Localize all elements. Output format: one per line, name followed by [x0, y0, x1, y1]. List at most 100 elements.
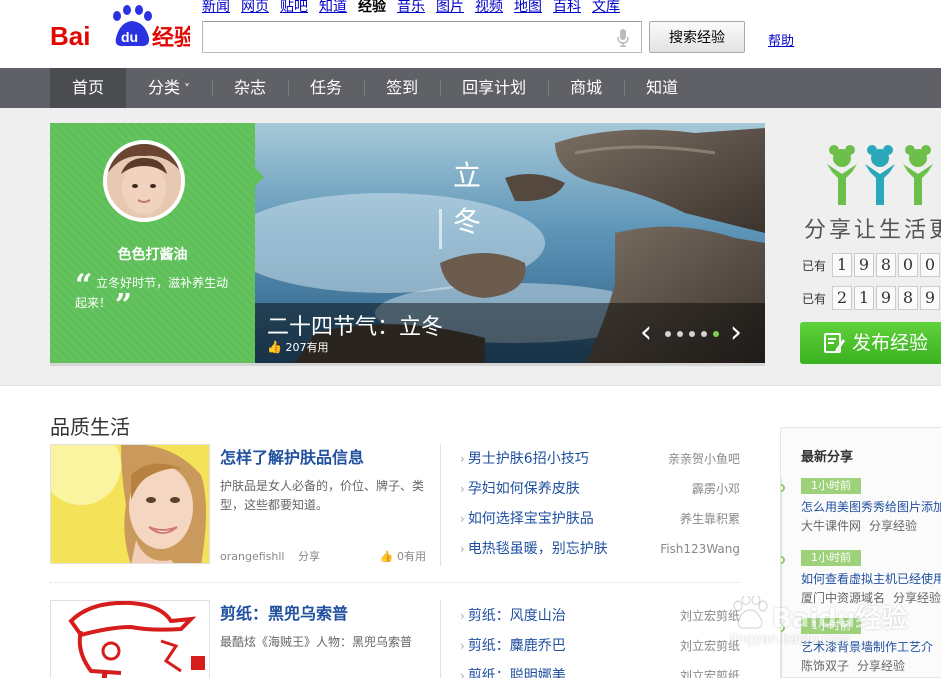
product-nav-link[interactable]: 网页 — [241, 0, 269, 15]
link-author[interactable]: Fish123Wang — [660, 539, 740, 559]
main-nav-item[interactable]: 任务 — [288, 68, 364, 108]
main-nav-label: 回享计划 — [462, 78, 527, 97]
slide-likes-count: 207有用 — [285, 341, 329, 354]
counter-digit: 1 — [854, 286, 875, 310]
link-title[interactable]: 如何选择宝宝护肤品 — [468, 511, 594, 527]
chevron-right-icon: › — [460, 452, 465, 466]
author-avatar[interactable] — [103, 140, 185, 222]
author-panel[interactable]: 色色打酱油 “ 立冬好时节，滋补养生动起来！ ” — [50, 123, 264, 363]
publish-experience-button[interactable]: 发布经验 — [800, 322, 941, 364]
link-title[interactable]: 孕妇如何保养皮肤 — [468, 481, 580, 497]
search-button[interactable]: 搜索经验 — [649, 21, 745, 53]
product-nav-link[interactable]: 经验 — [358, 0, 386, 15]
list-item[interactable]: › 剪纸：麋鹿乔巴 刘立宏剪纸 — [460, 636, 740, 666]
share-author[interactable]: 大牛课件网 — [801, 519, 861, 533]
main-nav-label: 任务 — [310, 78, 343, 97]
main-nav-item[interactable]: 首页 — [50, 68, 127, 108]
link-title[interactable]: 男士护肤6招小技巧 — [468, 451, 589, 467]
product-nav-link[interactable]: 音乐 — [397, 0, 425, 15]
main-nav-label: 首页 — [72, 78, 105, 97]
counter-digit: 8 — [876, 253, 897, 277]
slide-dot[interactable] — [701, 331, 707, 337]
next-slide-arrow[interactable]: › — [730, 318, 742, 348]
product-nav-link[interactable]: 贴吧 — [280, 0, 308, 15]
link-title[interactable]: 剪纸：麋鹿乔巴 — [468, 638, 566, 654]
list-item[interactable]: › 剪纸：聪明娜美 刘立宏剪纸 — [460, 666, 740, 678]
main-nav-item[interactable]: 商城 — [548, 68, 624, 108]
logo-du-text: du — [121, 29, 138, 45]
link-title[interactable]: 剪纸：聪明娜美 — [468, 668, 566, 678]
related-links-2: › 剪纸：风度山治 刘立宏剪纸 › 剪纸：麋鹿乔巴 刘立宏剪纸 › 剪纸：聪明娜美 刘立宏剪纸 — [460, 606, 740, 678]
divider — [50, 582, 740, 583]
slide-caption: 二十四节气：立冬 👍 207有用 ‹ › — [255, 303, 765, 363]
author-name[interactable]: 色色打酱油 — [50, 244, 255, 264]
baidu-watermark: Baidu经验 jingyan.baidu.com — [730, 595, 907, 647]
link-title[interactable]: 电热毯虽暖，别忘护肤 — [468, 541, 608, 557]
share-title-link[interactable]: 怎么用美图秀秀给图片添加 — [801, 498, 941, 515]
search-input[interactable] — [203, 22, 603, 52]
main-nav-label: 签到 — [386, 78, 419, 97]
main-nav-item[interactable]: 知道 — [624, 68, 700, 108]
counter-digit: 1 — [832, 253, 853, 277]
main-nav-item[interactable]: 签到 — [364, 68, 440, 108]
link-title[interactable]: 剪纸：风度山治 — [468, 608, 566, 624]
slide-dot-active[interactable] — [713, 331, 719, 337]
share-meta: 陈饰双子 分享经验 — [801, 657, 941, 674]
feature-title[interactable]: 剪纸：黑兜乌索普 — [220, 600, 348, 624]
slide-art-text-1: 立 — [453, 159, 481, 192]
main-nav-label: 分类 — [148, 78, 181, 97]
product-nav-link[interactable]: 百科 — [553, 0, 581, 15]
slide-dot[interactable] — [665, 331, 671, 337]
main-nav-label: 杂志 — [234, 78, 267, 97]
feature-thumbnail[interactable] — [50, 600, 210, 678]
share-time-badge: 1小时前 — [801, 478, 861, 494]
prev-slide-arrow[interactable]: ‹ — [640, 318, 652, 348]
edit-icon — [824, 333, 845, 353]
slide-dots — [665, 331, 719, 337]
featured-banner: 色色打酱油 “ 立冬好时节，滋补养生动起来！ ” 立 冬 二十四节气：立冬 👍 … — [50, 123, 765, 363]
list-item[interactable]: › 如何选择宝宝护肤品 养生靠积累 — [460, 509, 740, 539]
banner-slide[interactable]: 立 冬 二十四节气：立冬 👍 207有用 ‹ › — [255, 123, 765, 363]
list-item[interactable]: › 电热毯虽暖，别忘护肤 Fish123Wang — [460, 539, 740, 569]
feature-likes-count: 0有用 — [397, 550, 426, 563]
link-author[interactable]: 霹雳小邓 — [692, 479, 740, 499]
chevron-right-icon: › — [460, 512, 465, 526]
list-item[interactable]: › 剪纸：风度山治 刘立宏剪纸 — [460, 606, 740, 636]
list-item[interactable]: › 男士护肤6招小技巧 亲亲贺小鱼吧 — [460, 449, 740, 479]
slide-dot[interactable] — [689, 331, 695, 337]
counter-label: 已有 — [802, 258, 827, 273]
feature-title[interactable]: 怎样了解护肤品信息 — [220, 444, 364, 468]
feature-thumbnail[interactable] — [50, 444, 210, 564]
slide-likes: 👍 207有用 — [267, 339, 328, 355]
main-nav-item[interactable]: 回享计划 — [440, 68, 548, 108]
product-nav-link[interactable]: 视频 — [475, 0, 503, 15]
main-nav-item[interactable]: 分类 ˅ — [126, 68, 212, 108]
feature-author[interactable]: orangefishll — [220, 550, 284, 563]
slide-dot[interactable] — [677, 331, 683, 337]
feature-type: 分享 — [297, 550, 320, 563]
microphone-icon[interactable] — [617, 29, 629, 47]
share-type: 分享经验 — [857, 659, 906, 673]
list-item[interactable]: › 孕妇如何保养皮肤 霹雳小邓 — [460, 479, 740, 509]
feature-likes[interactable]: 👍 0有用 — [380, 548, 426, 564]
product-nav-link[interactable]: 新闻 — [202, 0, 230, 15]
link-author[interactable]: 养生靠积累 — [680, 509, 740, 529]
counter-digit: 0 — [920, 253, 941, 277]
share-title-link[interactable]: 如何查看虚拟主机已经使用 — [801, 570, 941, 587]
timeline-node-icon — [781, 484, 785, 492]
product-nav-link[interactable]: 知道 — [319, 0, 347, 15]
product-nav-link[interactable]: 文库 — [592, 0, 620, 15]
baidu-jingyan-logo[interactable]: Bai du 经验 — [50, 4, 196, 51]
share-author[interactable]: 陈饰双子 — [801, 659, 849, 673]
main-nav-label: 商城 — [570, 78, 603, 97]
thumbs-up-icon: 👍 — [379, 550, 394, 563]
slide-title[interactable]: 二十四节气：立冬 — [267, 309, 443, 341]
link-author[interactable]: 刘立宏剪纸 — [680, 666, 740, 678]
logo-product-text: 经验 — [152, 25, 190, 50]
main-nav-item[interactable]: 杂志 — [212, 68, 288, 108]
product-nav-link[interactable]: 图片 — [436, 0, 464, 15]
link-author[interactable]: 亲亲贺小鱼吧 — [668, 449, 740, 469]
help-link[interactable]: 帮助 — [768, 30, 794, 49]
product-nav-link[interactable]: 地图 — [514, 0, 542, 15]
share-meta: 大牛课件网 分享经验 — [801, 517, 941, 534]
